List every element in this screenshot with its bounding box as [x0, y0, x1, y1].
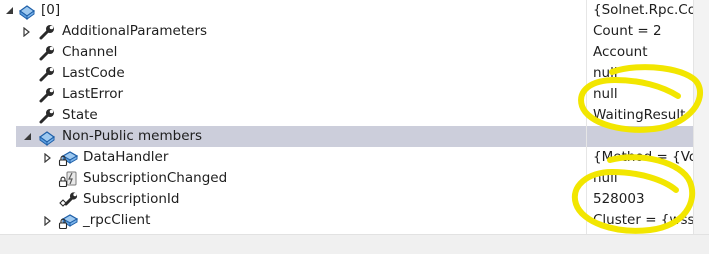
- wrench-icon: [38, 23, 56, 41]
- column-divider[interactable]: [586, 0, 587, 234]
- expand-arrow-icon[interactable]: [39, 147, 55, 168]
- property-name: LastError: [62, 86, 124, 102]
- collapse-arrow-icon[interactable]: [1, 0, 17, 21]
- event-value: null: [593, 170, 618, 186]
- wrench-icon: [38, 107, 56, 125]
- collapse-arrow-icon[interactable]: [19, 126, 35, 147]
- private-field-icon: [58, 149, 79, 167]
- property-name: AdditionalParameters: [62, 23, 208, 39]
- property-value: null: [593, 65, 618, 81]
- tree-row-item-0[interactable]: [0] {Solnet.Rpc.Cor: [0, 0, 709, 21]
- vertical-scrollbar[interactable]: [693, 0, 709, 234]
- members-icon: [38, 128, 56, 146]
- wrench-icon: [38, 86, 56, 104]
- tree-row-state[interactable]: State WaitingResult: [0, 105, 709, 126]
- property-name: SubscriptionId: [83, 191, 180, 207]
- tree-row-data-handler[interactable]: DataHandler {Method = {Voi: [0, 147, 709, 168]
- private-wrench-icon: [58, 191, 78, 209]
- item-value: {Solnet.Rpc.Cor: [593, 2, 702, 18]
- field-name: DataHandler: [83, 149, 169, 165]
- event-name: SubscriptionChanged: [83, 170, 228, 186]
- field-value: Cluster = {wss:/: [593, 212, 703, 228]
- field-name: _rpcClient: [83, 212, 151, 228]
- tree-row-subscription-changed[interactable]: SubscriptionChanged null: [0, 168, 709, 189]
- group-name: Non-Public members: [62, 128, 203, 144]
- item-name: [0]: [41, 2, 61, 18]
- property-name: State: [62, 107, 98, 123]
- tree-row-non-public-members[interactable]: Non-Public members: [0, 126, 709, 147]
- property-value: null: [593, 86, 618, 102]
- property-value: 528003: [593, 191, 645, 207]
- expand-arrow-icon[interactable]: [18, 21, 34, 42]
- property-value: Count = 2: [593, 23, 662, 39]
- bottom-strip: [0, 234, 709, 254]
- tree-row-rpc-client[interactable]: _rpcClient Cluster = {wss:/: [0, 210, 709, 231]
- tree-row-additional-parameters[interactable]: AdditionalParameters Count = 2: [0, 21, 709, 42]
- property-name: LastCode: [62, 65, 125, 81]
- property-name: Channel: [62, 44, 118, 60]
- object-blue-icon: [18, 2, 36, 20]
- watch-window: [0] {Solnet.Rpc.Cor AdditionalParameters…: [0, 0, 709, 234]
- expand-arrow-icon[interactable]: [39, 210, 55, 231]
- field-value: {Method = {Voi: [593, 149, 701, 165]
- property-value: WaitingResult: [593, 107, 686, 123]
- wrench-icon: [38, 44, 56, 62]
- tree-row-last-code[interactable]: LastCode null: [0, 63, 709, 84]
- private-event-icon: [58, 170, 77, 188]
- property-value: Account: [593, 44, 648, 60]
- tree-row-subscription-id[interactable]: SubscriptionId 528003: [0, 189, 709, 210]
- tree-row-channel[interactable]: Channel Account: [0, 42, 709, 63]
- tree-row-last-error[interactable]: LastError null: [0, 84, 709, 105]
- private-field-icon: [58, 212, 79, 230]
- wrench-icon: [38, 65, 56, 83]
